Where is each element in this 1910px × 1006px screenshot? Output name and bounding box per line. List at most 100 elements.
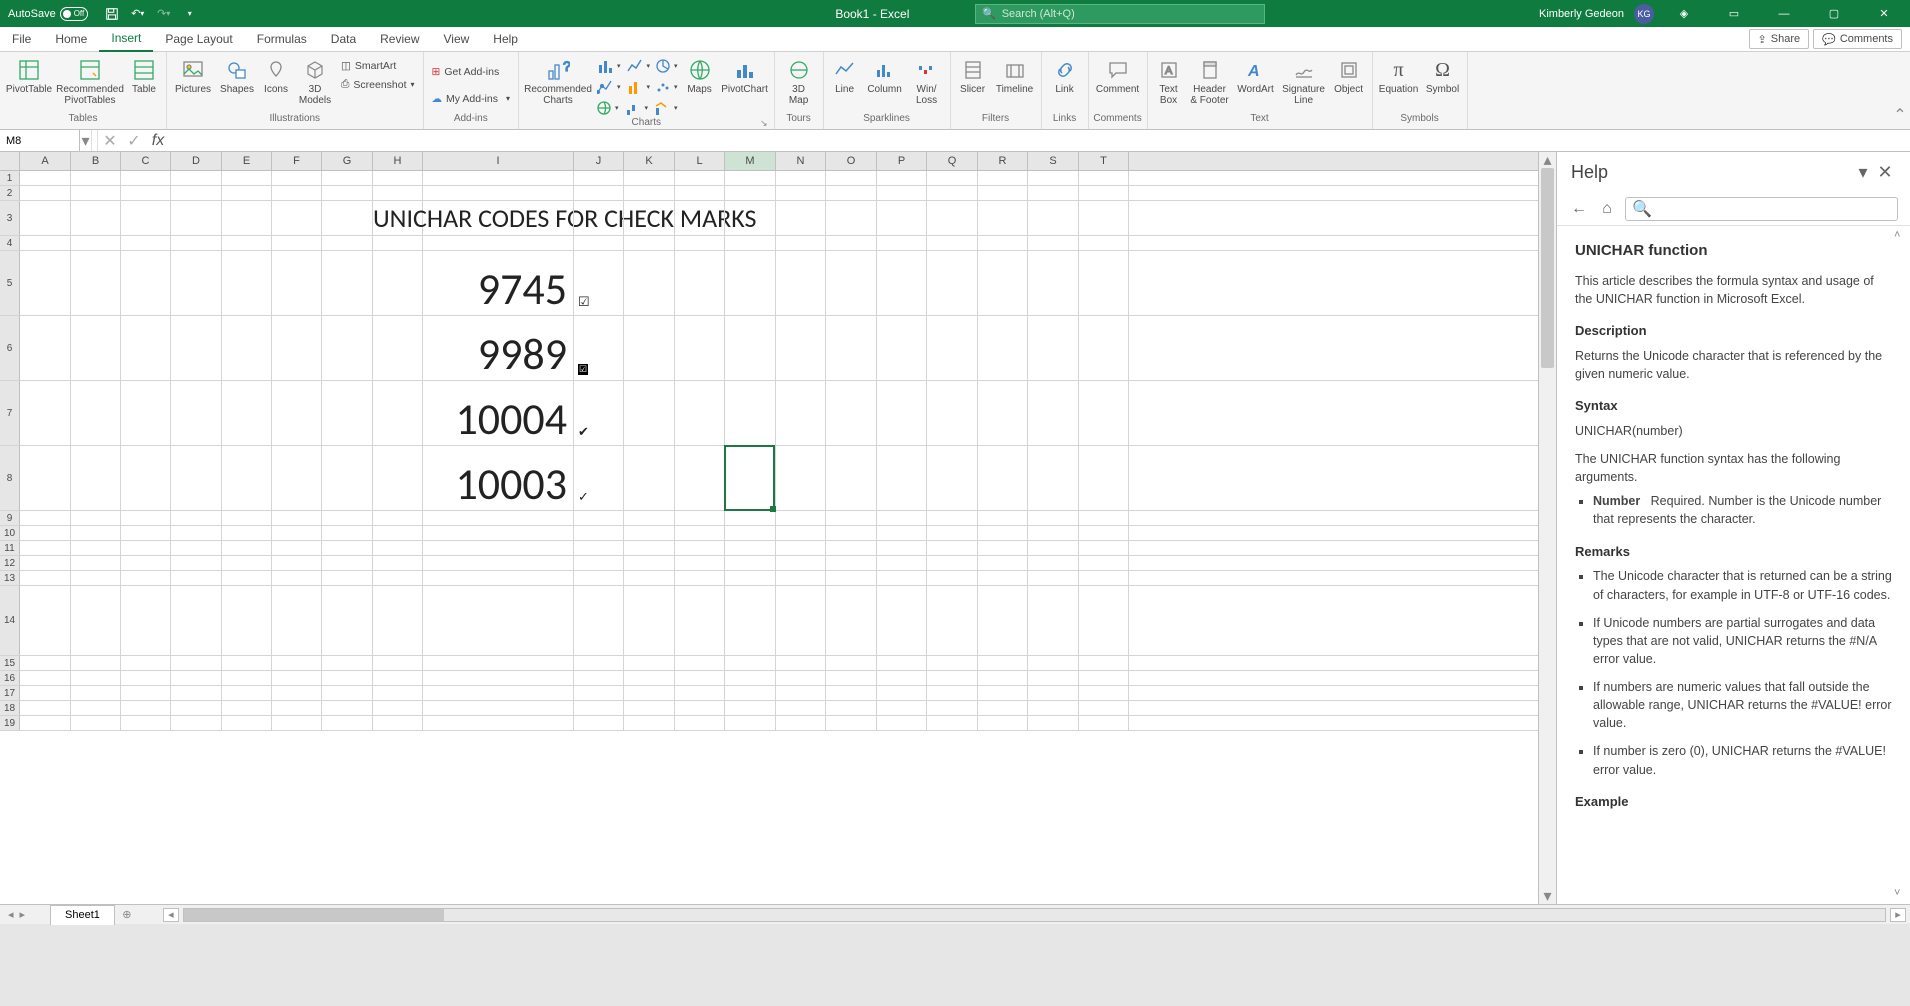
cell-E3[interactable] (222, 201, 272, 236)
grid-rows[interactable]: 123UNICHAR CODES FOR CHECK MARKS459745☑6… (0, 171, 1538, 904)
cell-A19[interactable] (20, 716, 71, 731)
cell-N18[interactable] (776, 701, 826, 716)
cell-C9[interactable] (121, 511, 171, 526)
cell-T1[interactable] (1079, 171, 1129, 186)
cell-F9[interactable] (272, 511, 322, 526)
cell-A17[interactable] (20, 686, 71, 701)
cell-S16[interactable] (1028, 671, 1079, 686)
cell-I1[interactable] (423, 171, 574, 186)
statistic-chart-button[interactable]: ▾ (625, 77, 653, 96)
cell-T17[interactable] (1079, 686, 1129, 701)
col-header-T[interactable]: T (1079, 152, 1129, 170)
equation-button[interactable]: πEquation (1377, 54, 1421, 95)
cell-F18[interactable] (272, 701, 322, 716)
cell-M14[interactable] (725, 586, 776, 656)
timeline-button[interactable]: Timeline (993, 54, 1037, 95)
row-header-3[interactable]: 3 (0, 201, 20, 235)
cell-Q9[interactable] (927, 511, 978, 526)
col-header-F[interactable]: F (272, 152, 322, 170)
col-header-J[interactable]: J (574, 152, 624, 170)
col-header-B[interactable]: B (71, 152, 121, 170)
cell-R16[interactable] (978, 671, 1028, 686)
close-button[interactable]: ✕ (1864, 0, 1904, 27)
cell-K4[interactable] (624, 236, 675, 251)
cell-K13[interactable] (624, 571, 675, 586)
cell-A10[interactable] (20, 526, 71, 541)
col-header-K[interactable]: K (624, 152, 675, 170)
cell-G9[interactable] (322, 511, 373, 526)
cell-M1[interactable] (725, 171, 776, 186)
cell-K7[interactable] (624, 381, 675, 446)
col-header-S[interactable]: S (1028, 152, 1079, 170)
table-button[interactable]: Table (126, 54, 162, 95)
cell-Q1[interactable] (927, 171, 978, 186)
cell-G17[interactable] (322, 686, 373, 701)
cell-G3[interactable] (322, 201, 373, 236)
cell-M5[interactable] (725, 251, 776, 316)
row-header-1[interactable]: 1 (0, 171, 20, 185)
cell-M16[interactable] (725, 671, 776, 686)
cell-O5[interactable] (826, 251, 877, 316)
row-header-11[interactable]: 11 (0, 541, 20, 555)
cell-L4[interactable] (675, 236, 725, 251)
cell-S10[interactable] (1028, 526, 1079, 541)
cell-Q15[interactable] (927, 656, 978, 671)
object-button[interactable]: Object (1330, 54, 1368, 95)
cell-E11[interactable] (222, 541, 272, 556)
cell-M10[interactable] (725, 526, 776, 541)
cell-T4[interactable] (1079, 236, 1129, 251)
cell-J4[interactable] (574, 236, 624, 251)
cell-F10[interactable] (272, 526, 322, 541)
cell-C13[interactable] (121, 571, 171, 586)
cell-E7[interactable] (222, 381, 272, 446)
autosave-toggle[interactable]: Off (60, 7, 88, 21)
cell-P10[interactable] (877, 526, 927, 541)
cell-P17[interactable] (877, 686, 927, 701)
cell-I5[interactable]: 9745 (423, 251, 574, 316)
cell-D19[interactable] (171, 716, 222, 731)
my-addins-button[interactable]: ☁My Add-ins▾ (428, 89, 514, 108)
cell-A16[interactable] (20, 671, 71, 686)
cell-A3[interactable] (20, 201, 71, 236)
cell-I17[interactable] (423, 686, 574, 701)
row-header-17[interactable]: 17 (0, 686, 20, 700)
cell-O10[interactable] (826, 526, 877, 541)
col-header-L[interactable]: L (675, 152, 725, 170)
cell-B10[interactable] (71, 526, 121, 541)
cell-E4[interactable] (222, 236, 272, 251)
cell-E6[interactable] (222, 316, 272, 381)
cell-H6[interactable] (373, 316, 423, 381)
cell-C7[interactable] (121, 381, 171, 446)
sparkline-line-button[interactable]: Line (828, 54, 862, 95)
help-back-icon[interactable]: ← (1569, 199, 1589, 219)
cell-N7[interactable] (776, 381, 826, 446)
cell-L13[interactable] (675, 571, 725, 586)
cell-P13[interactable] (877, 571, 927, 586)
cell-O3[interactable] (826, 201, 877, 236)
cell-L3[interactable] (675, 201, 725, 236)
comments-button[interactable]: 💬Comments (1813, 29, 1902, 49)
row-header-7[interactable]: 7 (0, 381, 20, 445)
cell-I18[interactable] (423, 701, 574, 716)
cell-T16[interactable] (1079, 671, 1129, 686)
cell-N8[interactable] (776, 446, 826, 511)
cell-H9[interactable] (373, 511, 423, 526)
cell-I7[interactable]: 10004 (423, 381, 574, 446)
cell-F14[interactable] (272, 586, 322, 656)
cell-F19[interactable] (272, 716, 322, 731)
cell-E12[interactable] (222, 556, 272, 571)
cell-A11[interactable] (20, 541, 71, 556)
cell-G18[interactable] (322, 701, 373, 716)
cell-M3[interactable] (725, 201, 776, 236)
cell-H11[interactable] (373, 541, 423, 556)
cell-M12[interactable] (725, 556, 776, 571)
cell-G7[interactable] (322, 381, 373, 446)
cell-H14[interactable] (373, 586, 423, 656)
cell-K16[interactable] (624, 671, 675, 686)
cell-B6[interactable] (71, 316, 121, 381)
cell-B7[interactable] (71, 381, 121, 446)
cell-I12[interactable] (423, 556, 574, 571)
cell-J12[interactable] (574, 556, 624, 571)
autosave-control[interactable]: AutoSave Off (0, 7, 96, 21)
tab-help[interactable]: Help (481, 27, 530, 52)
